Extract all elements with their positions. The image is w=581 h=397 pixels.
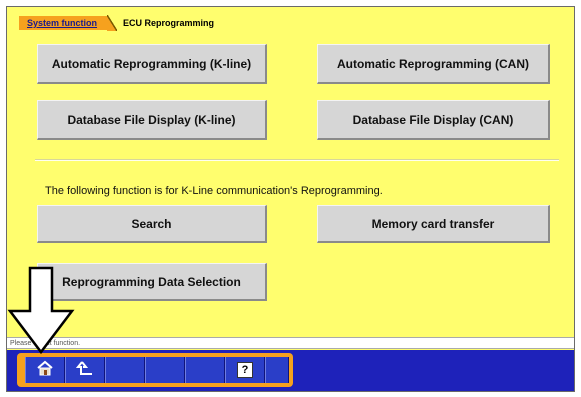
section-divider [35,159,559,161]
status-bar: Please select function. [7,337,574,349]
toolbar-slot-5[interactable] [185,357,225,383]
toolbar-slot-4[interactable] [145,357,185,383]
breadcrumb-ecu-reprogramming: ECU Reprogramming [123,18,215,28]
database-file-display-kline-button[interactable]: Database File Display (K-line) [37,100,267,140]
toolbar: ? [17,353,293,387]
search-button[interactable]: Search [37,205,267,243]
taskbar: ? [7,350,574,391]
help-icon: ? [237,362,253,378]
breadcrumb-separator [107,15,118,31]
database-file-display-can-button[interactable]: Database File Display (CAN) [317,100,550,140]
app-window: System function ECU Reprogramming Automa… [6,6,575,392]
back-up-button[interactable] [65,357,105,383]
auto-reprogramming-kline-button[interactable]: Automatic Reprogramming (K-line) [37,44,267,84]
help-button[interactable]: ? [225,357,265,383]
breadcrumb: System function ECU Reprogramming [19,15,220,31]
home-icon [36,360,54,381]
reprogramming-data-selection-button[interactable]: Reprogramming Data Selection [37,263,267,301]
back-up-icon [75,360,94,381]
memory-card-transfer-button[interactable]: Memory card transfer [317,205,550,243]
toolbar-slot-3[interactable] [105,357,145,383]
auto-reprogramming-can-button[interactable]: Automatic Reprogramming (CAN) [317,44,550,84]
home-button[interactable] [25,357,65,383]
breadcrumb-system-function[interactable]: System function [19,16,108,30]
kline-notice-text: The following function is for K-Line com… [45,185,383,197]
toolbar-slot-7[interactable] [265,357,289,383]
